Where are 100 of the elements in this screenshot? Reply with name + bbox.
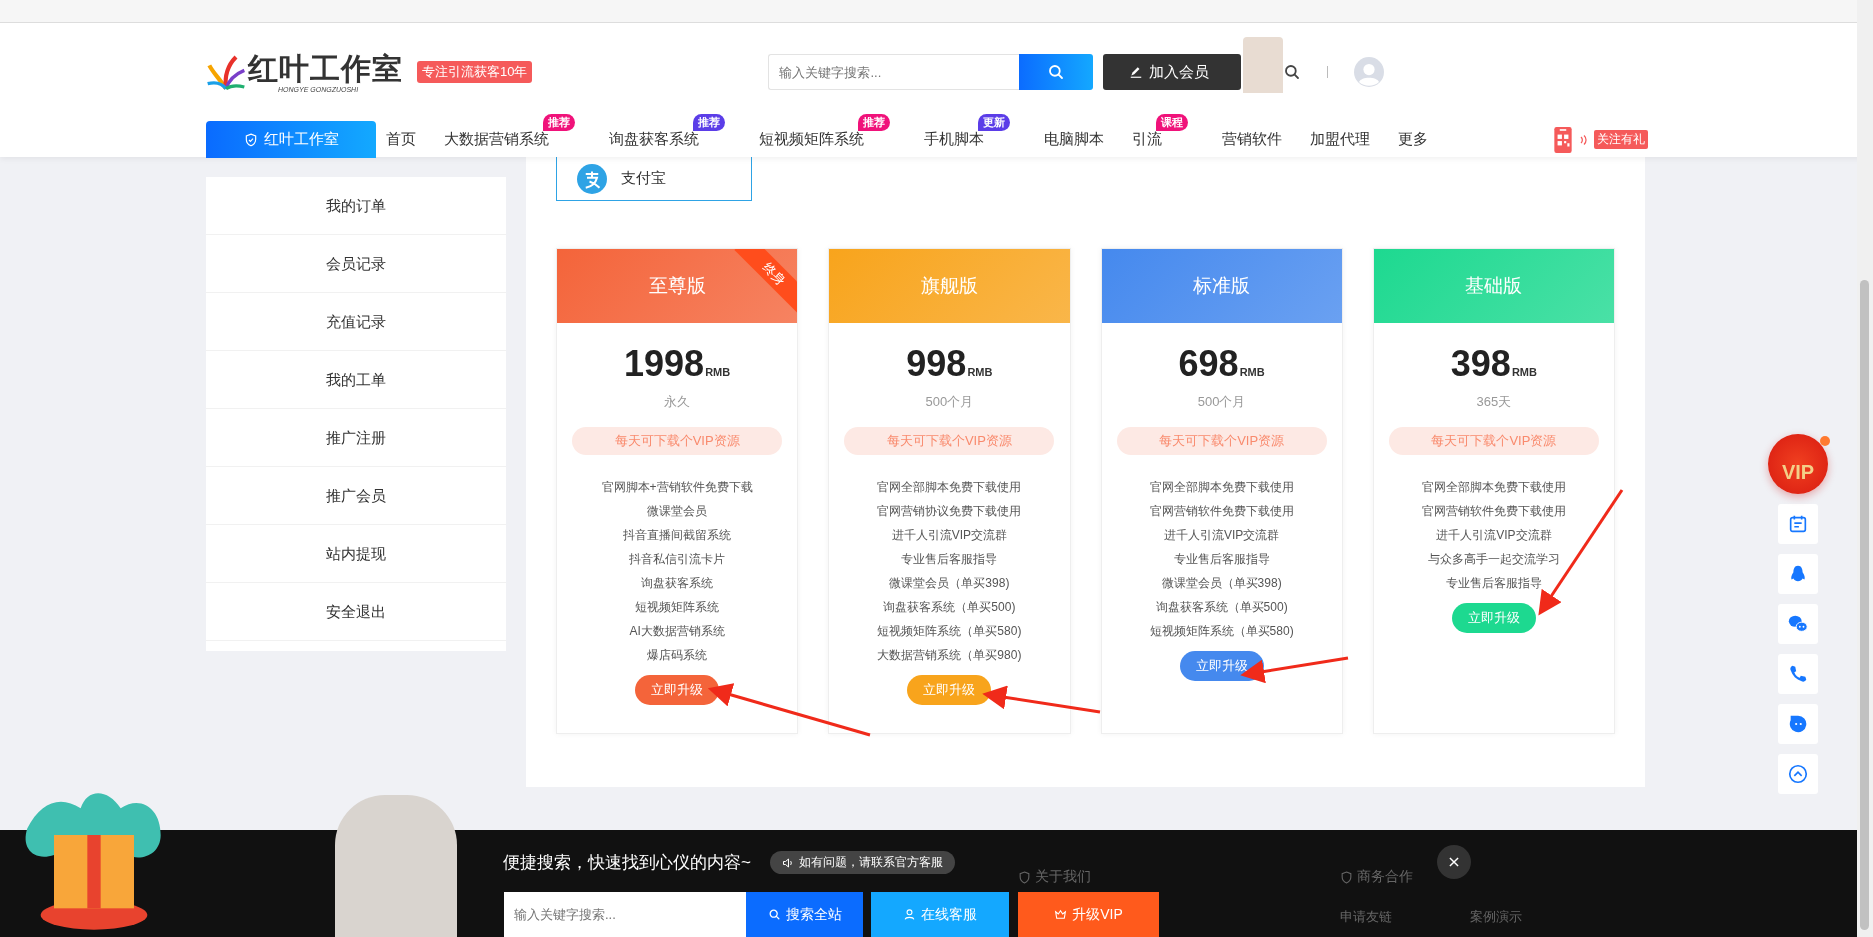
footer-title: 商务合作 (1357, 868, 1413, 886)
nav-link[interactable]: 引流 (1132, 130, 1162, 147)
feature-text: 进千人引流VIP交流群 (1162, 527, 1281, 544)
feature-text: 专业售后客服指导 (1172, 551, 1271, 568)
plan-period: 500个月 (1196, 393, 1247, 411)
promo-headline: 便捷搜索，快速找到心仪的内容~ (503, 852, 751, 874)
nav-badge: 课程 (1156, 114, 1188, 131)
search-field[interactable]: 输入关键字搜索... (768, 54, 1020, 90)
sidebar-item[interactable]: 推广会员 (206, 467, 506, 525)
feature-text: 官网全部脚本免费下载使用 (1148, 479, 1295, 496)
feature-text: 微课堂会员（单买398) (888, 575, 1011, 592)
sidebar-item[interactable]: 站内提现 (206, 525, 506, 583)
search-field[interactable]: 输入关键字搜索... (504, 892, 746, 937)
feature-text: 抖音直播间截留系统 (622, 527, 733, 544)
slogan-badge: 专注引流获客10年 (417, 61, 533, 83)
photo-placeholder (1243, 37, 1284, 93)
plan-period: 500个月 (924, 393, 975, 411)
feature-text: 官网营销软件免费下载使用 (1420, 503, 1567, 520)
feature-text: 官网全部脚本免费下载使用 (876, 479, 1023, 496)
chat-bubbles-button[interactable] (1778, 604, 1818, 644)
shield-icon (243, 132, 258, 147)
price-unit: RMB (967, 366, 993, 378)
search-icon[interactable] (1283, 63, 1302, 81)
join-member-button[interactable]: 加入会员 (1103, 54, 1242, 90)
feature-text: 短视频矩阵系统（单买580) (1148, 623, 1295, 640)
nav-badge: 推荐 (543, 114, 575, 131)
alipay-icon (577, 163, 607, 194)
feature-text: 官网脚本+营销软件免费下载 (600, 479, 754, 496)
feature-text: 抖音私信引流卡片 (628, 551, 727, 568)
person-icon (903, 908, 916, 921)
chat-face-icon (1787, 713, 1809, 735)
feature-text: 与众多高手一起交流学习 (1426, 551, 1561, 568)
plan-title: 至尊版 (648, 274, 706, 298)
feature-text: 专业售后客服指导 (900, 551, 999, 568)
plan-period: 365天 (1475, 393, 1513, 411)
back-to-top-icon (1787, 763, 1809, 785)
nav-link[interactable]: 大数据营销系统 (444, 130, 549, 147)
plan-price: 398 (1450, 343, 1511, 385)
quota-pill: 每天可下载个VIP资源 (1388, 427, 1599, 455)
sidebar-item[interactable]: 安全退出 (206, 583, 506, 641)
feature-text: 专业售后客服指导 (1444, 575, 1543, 592)
plan-price: 1998 (624, 343, 705, 385)
shield-icon (1340, 870, 1353, 884)
search-icon (1047, 63, 1066, 81)
search-button[interactable]: 搜索全站 (746, 892, 863, 937)
scrollbar[interactable] (1857, 0, 1873, 937)
nav-badge: 推荐 (693, 114, 725, 131)
nav-link[interactable]: 电脑脚本 (1044, 130, 1104, 147)
quota-pill: 每天可下载个VIP资源 (844, 427, 1055, 455)
plan-price: 698 (1178, 343, 1239, 385)
feature-text: 微课堂会员 (646, 503, 709, 520)
logo-text[interactable]: 红叶工作室 (248, 51, 403, 86)
price-unit: RMB (705, 366, 731, 378)
price-unit: RMB (1511, 366, 1537, 378)
nav-link[interactable]: 营销软件 (1222, 130, 1282, 147)
plan-title: 旗舰版 (920, 274, 978, 298)
nav-link[interactable]: 加盟代理 (1310, 130, 1370, 147)
sidebar-item[interactable]: 推广注册 (206, 409, 506, 467)
price-unit: RMB (1239, 366, 1265, 378)
sidebar-item[interactable]: 我的订单 (206, 177, 506, 235)
corner-ribbon: 终身 (734, 249, 798, 314)
sidebar-item[interactable]: 充值记录 (206, 293, 506, 351)
back-to-top-button[interactable] (1778, 754, 1818, 794)
nav-link[interactable]: 短视频矩阵系统 (759, 130, 864, 147)
close-icon (1447, 855, 1461, 869)
search-icon (767, 908, 781, 921)
nav-link[interactable]: 手机脚本 (924, 130, 984, 147)
sidebar-item[interactable]: 我的工单 (206, 351, 506, 409)
feature-text: 大数据营销系统（单买980) (876, 647, 1023, 664)
feature-text: 官网营销软件免费下载使用 (1148, 503, 1295, 520)
search-button[interactable] (1019, 54, 1094, 90)
pen-icon (1129, 65, 1144, 79)
feature-text: 短视频矩阵系统（单买580) (876, 623, 1023, 640)
nav-link[interactable]: 首页 (386, 130, 416, 147)
feature-text: 微课堂会员（单买398) (1160, 575, 1283, 592)
plan-title: 标准版 (1193, 274, 1251, 298)
payment-option[interactable]: 支付宝 (556, 157, 752, 201)
phone-button[interactable] (1778, 654, 1818, 694)
plan-price: 998 (906, 343, 967, 385)
penguin-button[interactable] (1778, 554, 1818, 594)
calendar-icon (1787, 513, 1809, 535)
quota-pill: 每天可下载个VIP资源 (572, 427, 783, 455)
feature-text: 进千人引流VIP交流群 (890, 527, 1009, 544)
nav-badge: 推荐 (858, 114, 890, 131)
nav-link[interactable]: 询盘获客系统 (609, 130, 699, 147)
speaker-icon (782, 856, 794, 869)
calendar-button[interactable] (1778, 504, 1818, 544)
feature-text: 询盘获客系统 (640, 575, 715, 592)
chat-face-button[interactable] (1778, 704, 1818, 744)
feature-text: 官网营销协议免费下载使用 (876, 503, 1023, 520)
sidebar-item[interactable]: 会员记录 (206, 235, 506, 293)
nav-link[interactable]: 更多 (1398, 130, 1428, 147)
feature-text: 询盘获客系统（单买500) (882, 599, 1017, 616)
quota-pill: 每天可下载个VIP资源 (1116, 427, 1327, 455)
nav-badge: 更新 (978, 114, 1010, 131)
crown-icon (1054, 908, 1068, 921)
chat-bubbles-icon (1787, 613, 1809, 635)
footer-title: 关于我们 (1035, 868, 1091, 886)
plan-title: 基础版 (1465, 274, 1523, 298)
notice-text: 如有问题，请联系官方客服 (799, 854, 943, 871)
